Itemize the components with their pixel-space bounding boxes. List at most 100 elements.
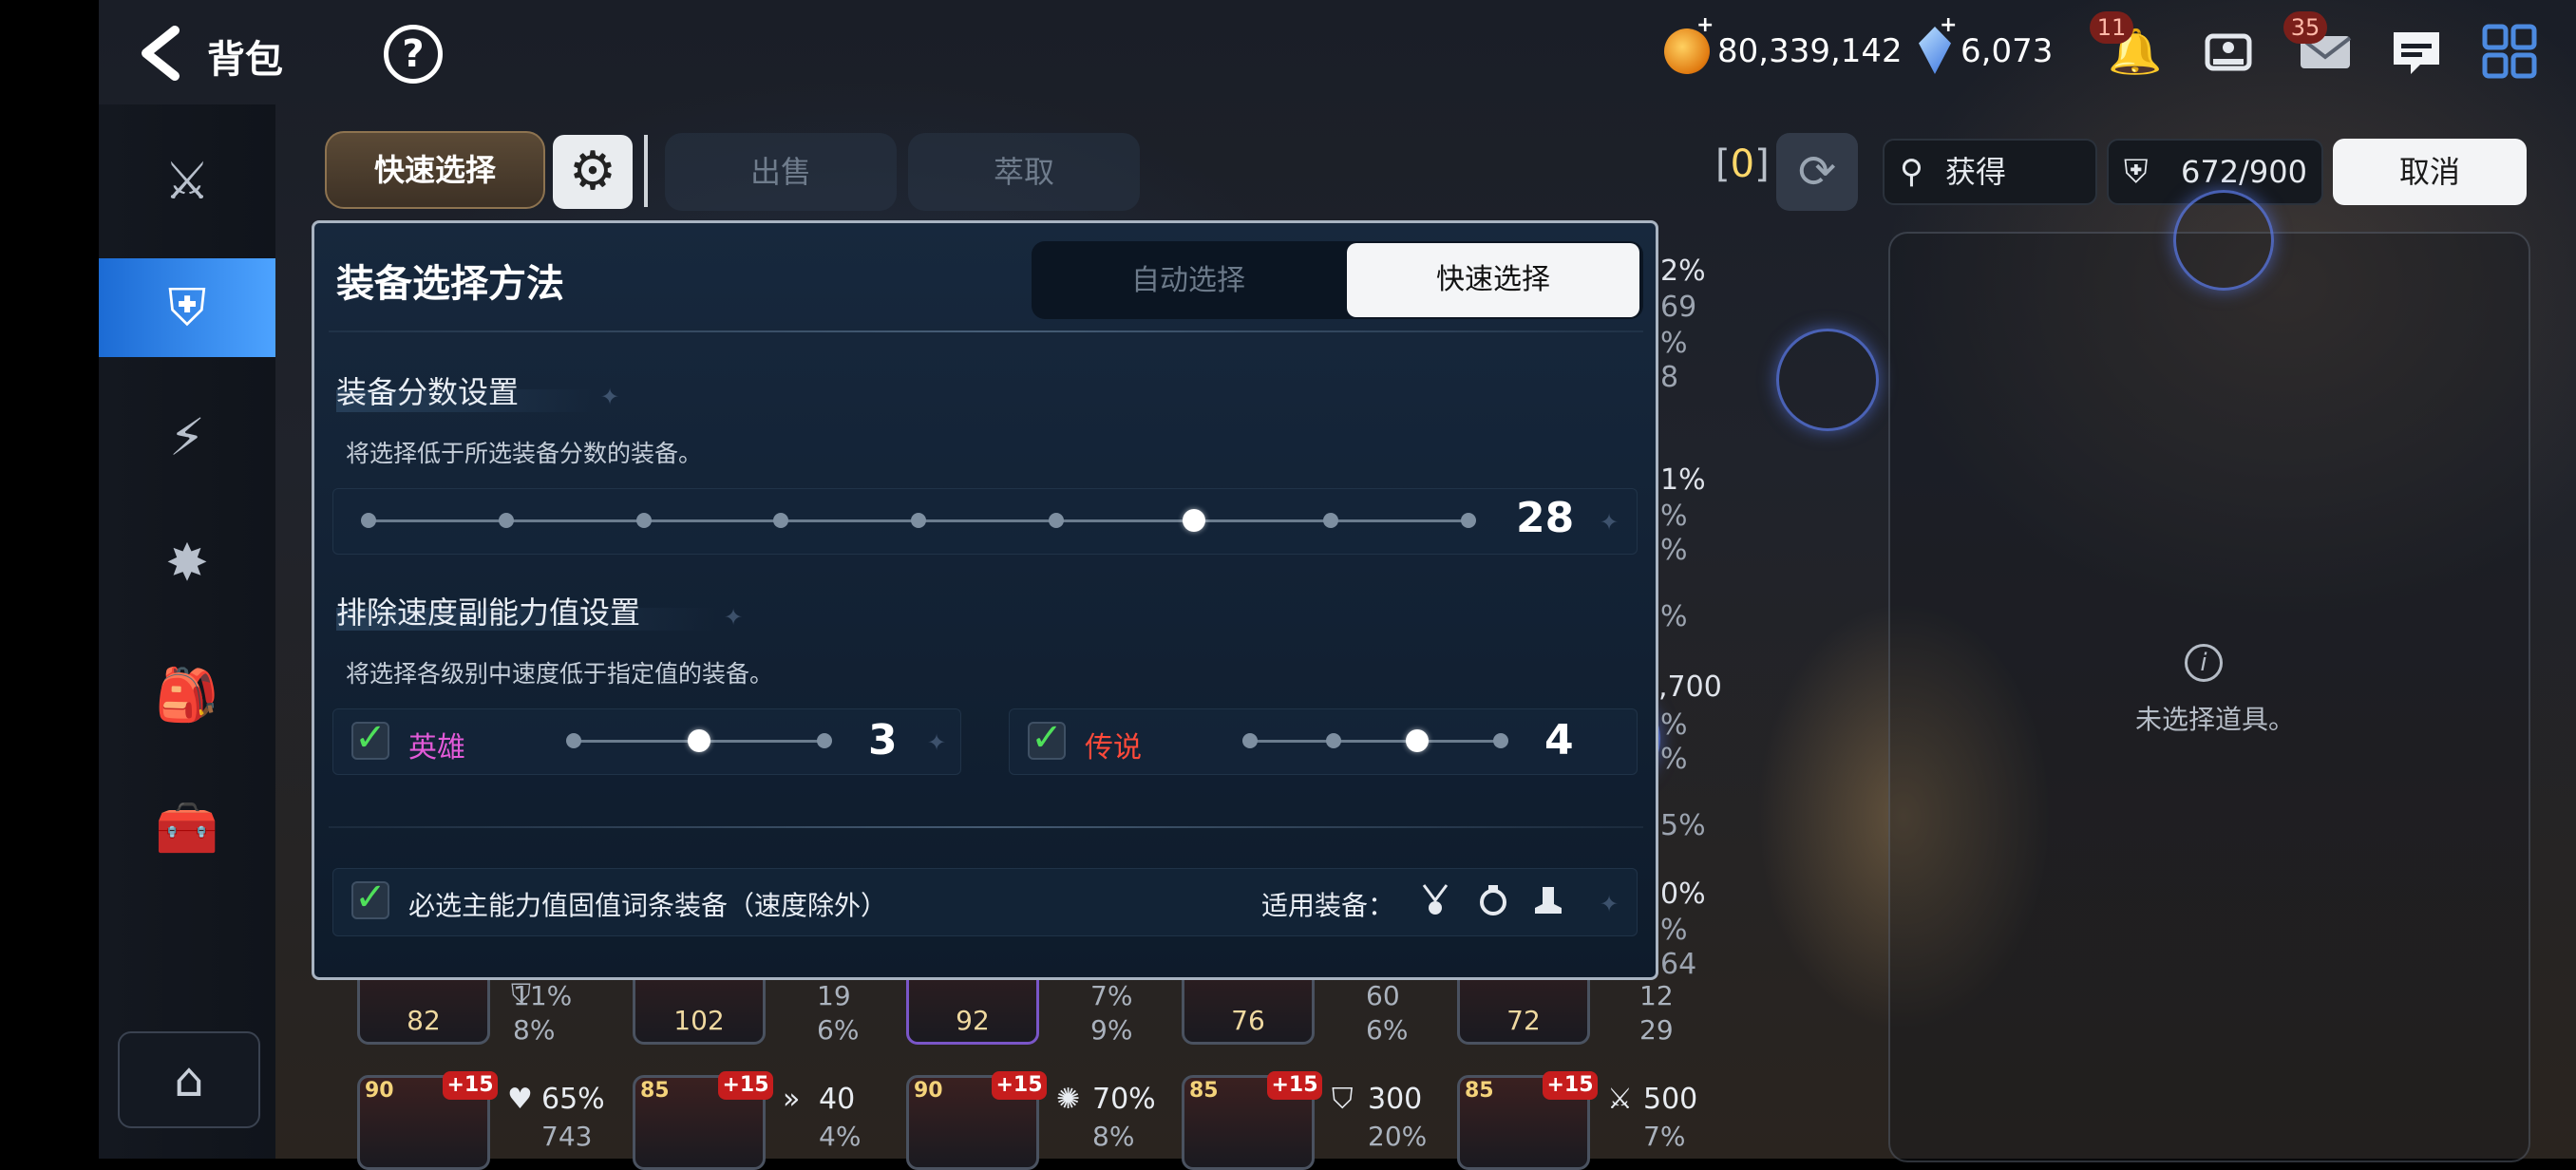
chat-icon[interactable] [2388,23,2445,80]
stat-value: 29 [1639,1014,1674,1046]
help-icon[interactable]: ? [384,25,443,84]
cancel-button[interactable]: 取消 [2333,139,2527,205]
boots-icon [1531,883,1565,925]
filter-icon: ⚲ [1900,153,1923,191]
nav-catalysts[interactable]: ✸ [99,513,275,612]
slider-knob[interactable] [688,729,710,752]
stat-value: 7% [1643,1121,1686,1152]
legend-speed-slider[interactable] [1242,722,1508,760]
peek-stat: % [1660,914,1688,947]
gear-score: 76 [1231,1005,1265,1036]
main-stat-checkbox[interactable]: ✓ [351,878,389,919]
slider-stop[interactable] [911,513,926,528]
item-level: 85 [640,1079,670,1103]
segment-auto-select[interactable]: 自动选择 [1035,245,1341,317]
settings-gear-button[interactable]: ⚙ [553,135,633,209]
gear-capacity-icon: ⛨ [2124,153,2149,191]
nav-heroes[interactable]: ⚔ [99,131,275,230]
item-level: 85 [1465,1079,1494,1103]
enhance-badge: +15 [1267,1071,1322,1100]
score-value: 28 [1516,494,1575,542]
score-slider[interactable] [361,501,1476,539]
peek-stat: % [1660,534,1688,567]
notification-badge: 11 [2090,11,2133,44]
slider-stop[interactable] [1326,733,1341,748]
no-item-selected-text: 未选择道具。 [2135,704,2296,735]
slider-stop[interactable] [635,513,652,528]
slider-stop[interactable] [498,513,514,528]
crystal-plus-icon[interactable]: + [1940,13,1957,37]
item-level: 90 [914,1079,943,1103]
slider-stop[interactable] [566,733,581,748]
nav-artifacts[interactable]: ⚡ [99,387,275,486]
sort-filter-button[interactable]: ⚲ 获得 [1883,139,2097,205]
slider-stop[interactable] [1323,513,1339,528]
menu-grid-icon[interactable] [2481,23,2538,80]
shield-icon: ⛉ [511,978,532,1010]
stat-value: 40 [819,1083,856,1116]
slider-knob[interactable] [1182,509,1205,532]
enhance-badge: +15 [1543,1071,1598,1100]
tab-quick-select[interactable]: 快速选择 [325,131,545,209]
page-title: 背包 [207,38,283,82]
toolbar-divider [644,135,648,207]
slider-track[interactable] [1250,740,1501,743]
nav-chests[interactable]: 🧰 [99,779,275,878]
divider [329,330,1643,332]
stat-value: 9% [1090,1014,1133,1046]
heart-icon: ♥ [507,1083,533,1116]
hero-grade-label: 英雄 [408,731,465,764]
back-icon[interactable] [133,25,186,82]
gold-amount: 80,339,142 [1717,32,1903,70]
lightning-icon: ⚡ [169,406,205,467]
stat-value: 7% [1090,980,1133,1011]
legend-checkbox[interactable]: ✓ [1028,719,1066,760]
enhance-badge: +15 [992,1071,1047,1100]
burst-icon: ✸ [165,532,209,593]
info-icon: i [2185,644,2223,682]
nav-materials[interactable]: 🎒 [99,646,275,745]
ring-icon [1476,883,1510,925]
legend-grade-label: 传说 [1085,731,1142,764]
necklace-icon [1419,881,1451,927]
crystal-amount: 6,073 [1960,32,2054,70]
slider-stop[interactable] [817,733,832,748]
peek-stat: 8 [1660,361,1679,394]
slider-knob[interactable] [1406,729,1429,752]
hero-checkbox[interactable]: ✓ [351,719,389,760]
tab-extract[interactable]: 萃取 [908,133,1140,211]
stat-value: 70% [1092,1083,1156,1116]
mail-badge: 35 [2283,11,2327,44]
slider-stop[interactable] [1242,733,1258,748]
slider-stop[interactable] [1048,513,1064,528]
storage-button[interactable]: ⌂ [118,1031,260,1128]
nav-equipment[interactable]: ⛨ [99,258,275,357]
gear-score: 92 [956,1005,990,1036]
segment-quick-select[interactable]: 快速选择 [1347,243,1639,317]
tab-sell[interactable]: 出售 [665,133,897,211]
slider-stop[interactable] [773,513,789,528]
stat-value: 12 [1639,980,1674,1011]
team-icon[interactable] [2200,23,2257,80]
slider-stop[interactable] [1461,513,1476,528]
applies-to-label: 适用装备： [1261,890,1395,921]
stat-value: 6% [817,1014,860,1046]
main-stat-option-label: 必选主能力值固值词条装备（速度除外） [408,890,888,921]
score-section-title: 装备分数设置 [336,374,520,410]
stat-value: 300 [1368,1083,1423,1116]
peek-stat: % [1660,500,1688,533]
hero-speed-slider[interactable] [566,722,832,760]
divider [329,826,1643,828]
peek-stat: 1% [1660,463,1706,497]
slider-stop[interactable] [361,513,376,528]
refresh-button[interactable]: ⟳ [1776,133,1858,211]
gold-plus-icon[interactable]: + [1696,13,1714,37]
peek-stat: 5% [1660,809,1706,842]
peek-stat: 69 [1660,291,1697,324]
slider-stop[interactable] [1493,733,1508,748]
stat-value: 8% [513,1014,556,1046]
stat-value: 20% [1368,1121,1428,1152]
speed-section-title: 排除速度副能力值设置 [336,594,641,631]
stat-value: 4% [819,1121,862,1152]
sparkle-icon: ✦ [927,729,947,756]
